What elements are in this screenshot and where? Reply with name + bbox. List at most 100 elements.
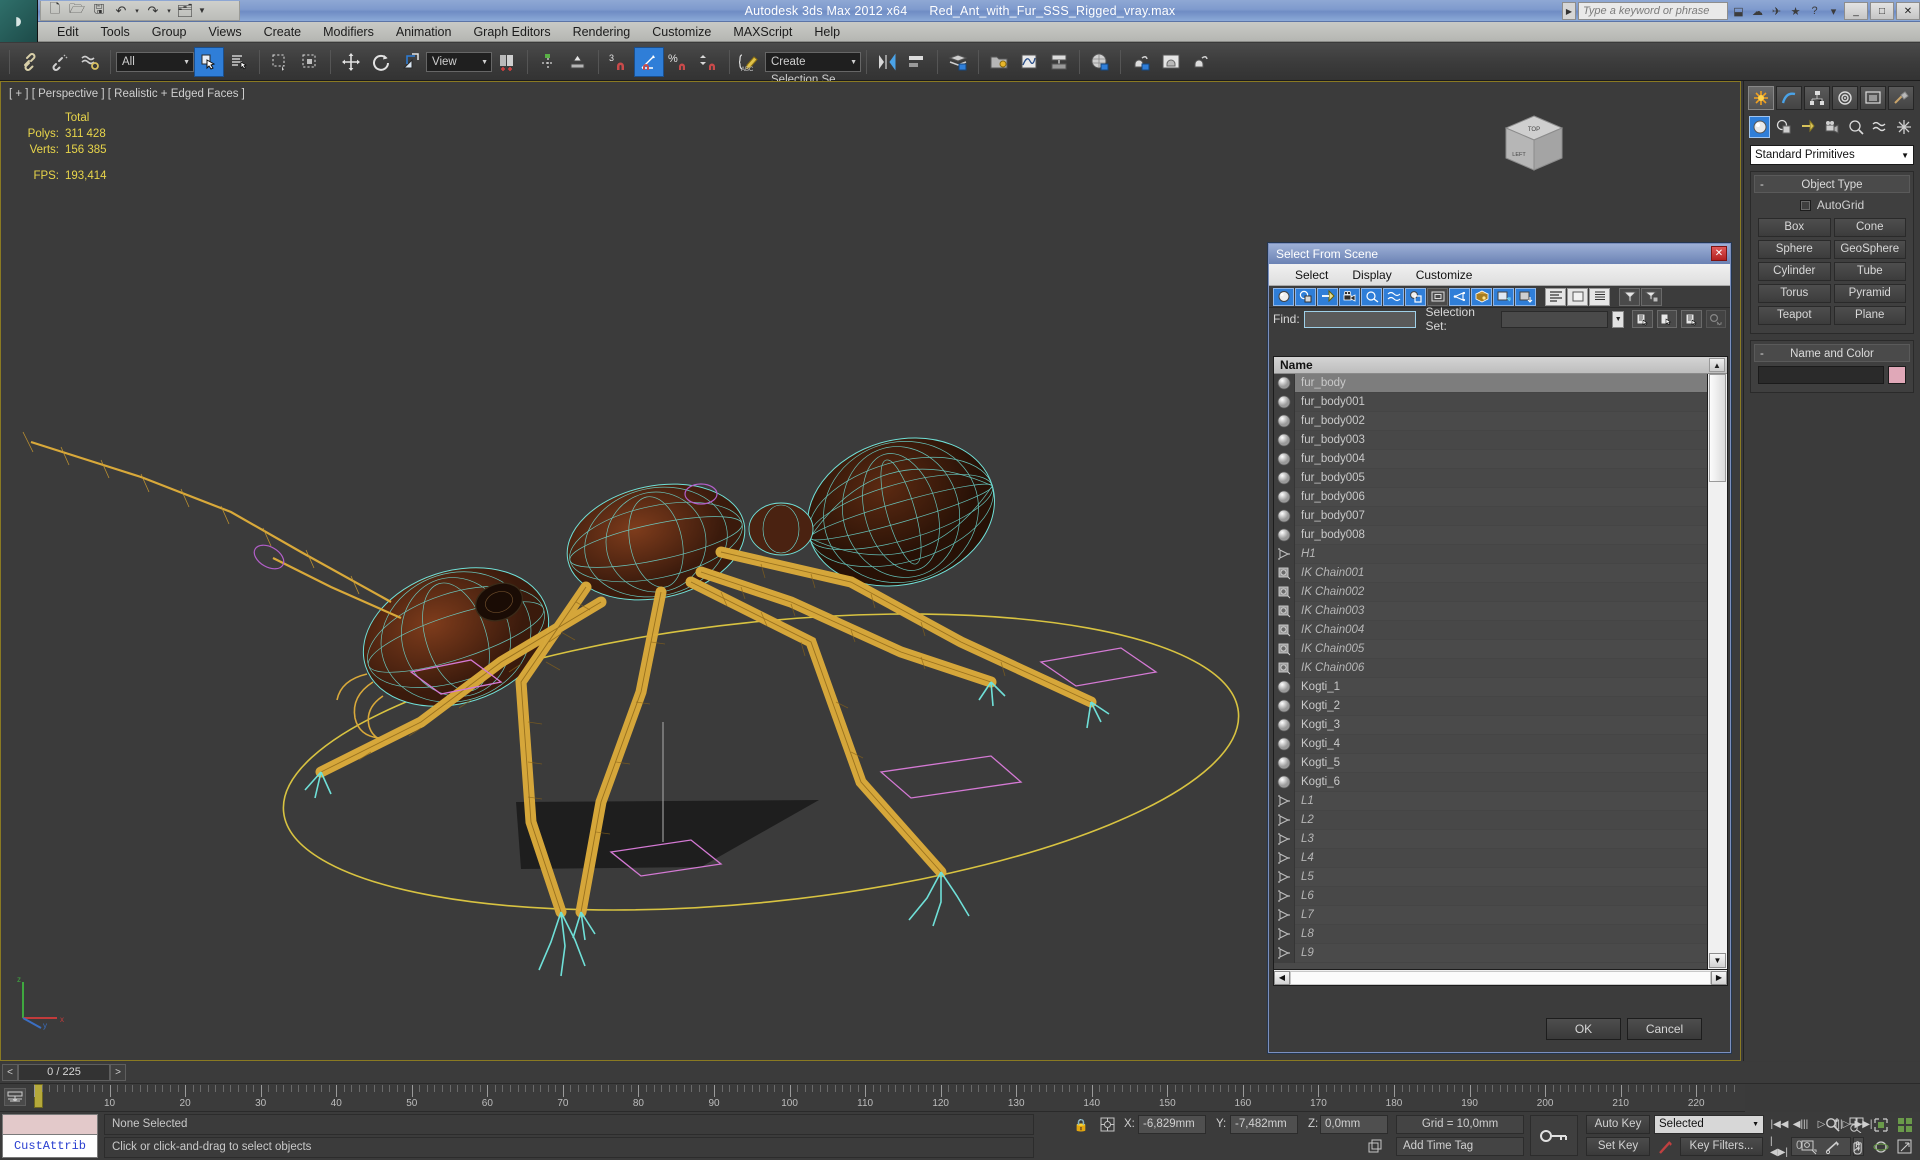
helper-icon[interactable] xyxy=(1274,886,1295,906)
sphere-icon[interactable] xyxy=(1274,734,1295,754)
object-type-header[interactable]: Object Type xyxy=(1754,175,1910,194)
current-frame-field[interactable]: 0 / 225 xyxy=(18,1064,110,1081)
window-crossing-toggle-icon[interactable] xyxy=(295,47,325,77)
key-filter-mode-combo[interactable]: Selected xyxy=(1654,1115,1764,1134)
render-production-icon[interactable] xyxy=(1186,47,1216,77)
align-icon[interactable] xyxy=(902,47,932,77)
zoom-all-icon[interactable] xyxy=(1846,1115,1868,1134)
x-coordinate-field[interactable]: -6,829mm xyxy=(1138,1115,1206,1134)
select-object-icon[interactable] xyxy=(194,46,224,77)
scene-list-item[interactable]: IK Chain001 xyxy=(1274,563,1709,583)
display-frozen-objects-icon[interactable] xyxy=(1493,287,1514,306)
select-and-move-icon[interactable] xyxy=(336,47,366,77)
scene-list-item[interactable]: L7 xyxy=(1274,905,1709,925)
sort-ascending-icon[interactable]: ▲ xyxy=(1709,358,1725,372)
lights-icon[interactable] xyxy=(1797,116,1818,138)
search-input[interactable]: Type a keyword or phrase xyxy=(1578,2,1728,20)
scene-list-item[interactable]: fur_body003 xyxy=(1274,430,1709,450)
redo-dropdown-icon[interactable]: ▾ xyxy=(165,2,173,20)
scene-object-list[interactable]: Name ▲ fur_body fur_body001 fur_body002 fur… xyxy=(1273,356,1728,986)
redo-icon[interactable]: ↷ xyxy=(143,2,163,20)
helper-icon[interactable] xyxy=(1274,943,1295,963)
scene-list-item[interactable]: fur_body004 xyxy=(1274,449,1709,469)
scene-list-item[interactable]: IK Chain006 xyxy=(1274,658,1709,678)
ikchain-icon[interactable] xyxy=(1274,582,1295,602)
y-coordinate-field[interactable]: -7,482mm xyxy=(1230,1115,1298,1134)
scene-list-item[interactable]: Kogti_4 xyxy=(1274,734,1709,754)
find-input[interactable] xyxy=(1303,310,1416,328)
scene-list-item[interactable]: Kogti_1 xyxy=(1274,677,1709,697)
scene-list-item[interactable]: L1 xyxy=(1274,791,1709,811)
render-setup-icon[interactable] xyxy=(1126,47,1156,77)
go-to-start-icon[interactable]: |◀◀ xyxy=(1770,1115,1789,1134)
scene-list-item[interactable]: IK Chain003 xyxy=(1274,601,1709,621)
scene-list-item[interactable]: Kogti_5 xyxy=(1274,753,1709,773)
sphere-button[interactable]: Sphere xyxy=(1758,240,1831,259)
dialog-menu-customize[interactable]: Customize xyxy=(1404,268,1485,282)
zoom-icon[interactable] xyxy=(1822,1115,1844,1134)
pyramid-button[interactable]: Pyramid xyxy=(1833,284,1906,303)
geosphere-button[interactable]: GeoSphere xyxy=(1833,240,1906,259)
helper-icon[interactable] xyxy=(1274,848,1295,868)
menu-rendering[interactable]: Rendering xyxy=(562,22,642,42)
display-xrefs-icon[interactable] xyxy=(1427,287,1448,306)
communication-icon[interactable]: ☁ xyxy=(1749,3,1766,20)
listener-output-pane[interactable] xyxy=(3,1115,97,1135)
ikchain-icon[interactable] xyxy=(1274,658,1295,678)
sphere-icon[interactable] xyxy=(1274,525,1295,545)
select-by-name-icon[interactable] xyxy=(224,47,254,77)
menu-modifiers[interactable]: Modifiers xyxy=(312,22,385,42)
scene-list-item[interactable]: fur_body005 xyxy=(1274,468,1709,488)
list-types-icon[interactable] xyxy=(1589,287,1610,306)
helper-icon[interactable] xyxy=(1274,544,1295,564)
edit-named-selection-sets-icon[interactable]: ABC xyxy=(735,47,765,77)
open-mini-curve-editor-icon[interactable] xyxy=(4,1088,26,1106)
next-frame-button[interactable]: > xyxy=(110,1064,126,1081)
select-and-rotate-icon[interactable] xyxy=(366,47,396,77)
display-shapes-icon[interactable] xyxy=(1295,287,1316,306)
cancel-button[interactable]: Cancel xyxy=(1627,1018,1702,1040)
layer-manager-icon[interactable] xyxy=(943,47,973,77)
select-and-scale-icon[interactable] xyxy=(396,47,426,77)
menu-maxscript[interactable]: MAXScript xyxy=(722,22,803,42)
track-bar[interactable]: 10 20 30 40 50 60 70 80 90 100 110 120 130 140 150 160 1… xyxy=(0,1084,1745,1112)
auto-key-button[interactable]: Auto Key xyxy=(1586,1115,1650,1134)
torus-button[interactable]: Torus xyxy=(1758,284,1831,303)
unlink-selection-icon[interactable] xyxy=(45,47,75,77)
display-bones-icon[interactable] xyxy=(1449,287,1470,306)
scene-list-item[interactable]: IK Chain004 xyxy=(1274,620,1709,640)
previous-frame-icon[interactable]: ◀||| xyxy=(1791,1115,1810,1134)
scene-list-item[interactable]: L2 xyxy=(1274,810,1709,830)
scene-list-item[interactable]: fur_body008 xyxy=(1274,525,1709,545)
key-filters-button[interactable]: Key Filters... xyxy=(1680,1137,1763,1156)
view-cube[interactable]: TOP LEFT xyxy=(1498,110,1570,182)
autogrid-checkbox[interactable] xyxy=(1799,199,1811,211)
arc-rotate-icon[interactable] xyxy=(1822,1137,1844,1156)
display-lights-icon[interactable] xyxy=(1317,287,1338,306)
ok-button[interactable]: OK xyxy=(1546,1018,1621,1040)
close-button[interactable]: ✕ xyxy=(1896,2,1920,20)
scene-list-item[interactable]: IK Chain005 xyxy=(1274,639,1709,659)
ikchain-icon[interactable] xyxy=(1274,639,1295,659)
cylinder-button[interactable]: Cylinder xyxy=(1758,262,1831,281)
adaptive-degradation-icon[interactable] xyxy=(1366,1138,1384,1155)
motion-tab[interactable] xyxy=(1832,86,1858,110)
mirror-icon[interactable] xyxy=(563,47,593,77)
selection-set-dropdown-icon[interactable]: ▼ xyxy=(1612,310,1625,328)
pan-hand-icon[interactable] xyxy=(1846,1137,1868,1156)
close-icon[interactable]: ✕ xyxy=(1711,246,1727,261)
selection-set-combo[interactable] xyxy=(1501,310,1609,328)
sphere-icon[interactable] xyxy=(1274,677,1295,697)
sphere-icon[interactable] xyxy=(1274,392,1295,412)
sphere-icon[interactable] xyxy=(1274,374,1295,393)
orbit-icon[interactable] xyxy=(1870,1137,1892,1156)
scroll-right-icon[interactable]: ▶ xyxy=(1711,970,1727,985)
display-groups-icon[interactable] xyxy=(1405,287,1426,306)
sphere-icon[interactable] xyxy=(1274,449,1295,469)
menu-graph-editors[interactable]: Graph Editors xyxy=(462,22,561,42)
scene-list-item[interactable]: L6 xyxy=(1274,886,1709,906)
time-ruler[interactable]: 10 20 30 40 50 60 70 80 90 100 110 120 130 140 150 160 1… xyxy=(34,1084,1745,1111)
scene-list-item[interactable]: fur_body007 xyxy=(1274,506,1709,526)
systems-icon[interactable] xyxy=(1894,116,1915,138)
help-dropdown-icon[interactable]: ▾ xyxy=(1825,3,1842,20)
